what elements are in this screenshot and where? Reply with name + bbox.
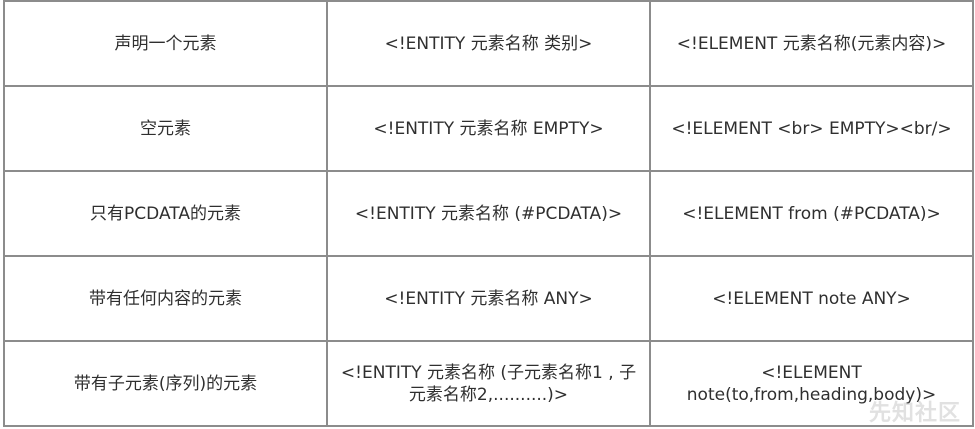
table-cell-label: 带有任何内容的元素 — [3, 255, 328, 342]
row-label: 声明一个元素 — [114, 33, 217, 54]
table-cell-example: <!ELEMENT 元素名称(元素内容)> — [649, 0, 974, 87]
table-row: 声明一个元素 <!ENTITY 元素名称 类别> <!ELEMENT 元素名称(… — [3, 0, 974, 87]
row-label: 只有PCDATA的元素 — [90, 203, 241, 224]
element-example: <!ELEMENT from (#PCDATA)> — [682, 203, 941, 224]
dtd-element-table-container: 声明一个元素 <!ENTITY 元素名称 类别> <!ELEMENT 元素名称(… — [3, 0, 974, 427]
entity-syntax: <!ENTITY 元素名称 ANY> — [384, 288, 593, 309]
row-label: 带有子元素(序列)的元素 — [73, 373, 258, 394]
table-cell-example: <!ELEMENT from (#PCDATA)> — [649, 170, 974, 257]
table-cell-example: <!ELEMENT note ANY> — [649, 255, 974, 342]
table-cell-example: <!ELEMENT <br> EMPTY><br/> — [649, 85, 974, 172]
table-cell-label: 只有PCDATA的元素 — [3, 170, 328, 257]
table-cell-entity: <!ENTITY 元素名称 类别> — [326, 0, 651, 87]
entity-syntax: <!ENTITY 元素名称 类别> — [384, 33, 593, 54]
dtd-element-table: 声明一个元素 <!ENTITY 元素名称 类别> <!ELEMENT 元素名称(… — [3, 0, 974, 427]
table-cell-label: 带有子元素(序列)的元素 — [3, 340, 328, 427]
table-cell-entity: <!ENTITY 元素名称 (#PCDATA)> — [326, 170, 651, 257]
table-row: 空元素 <!ENTITY 元素名称 EMPTY> <!ELEMENT <br> … — [3, 85, 974, 172]
table-row: 只有PCDATA的元素 <!ENTITY 元素名称 (#PCDATA)> <!E… — [3, 170, 974, 257]
watermark: 先知社区 — [868, 401, 961, 426]
table-cell-label: 声明一个元素 — [3, 0, 328, 87]
element-example: <!ELEMENT note ANY> — [712, 288, 911, 309]
row-label: 空元素 — [140, 118, 191, 139]
table-row: 带有任何内容的元素 <!ENTITY 元素名称 ANY> <!ELEMENT n… — [3, 255, 974, 342]
table-cell-label: 空元素 — [3, 85, 328, 172]
row-label: 带有任何内容的元素 — [89, 288, 242, 309]
element-example: <!ELEMENT 元素名称(元素内容)> — [676, 33, 947, 54]
table-row: 带有子元素(序列)的元素 <!ENTITY 元素名称 (子元素名称1 , 子元素… — [3, 340, 974, 427]
table-cell-entity: <!ENTITY 元素名称 (子元素名称1 , 子元素名称2,.........… — [326, 340, 651, 427]
entity-syntax: <!ENTITY 元素名称 EMPTY> — [373, 118, 604, 139]
entity-syntax: <!ENTITY 元素名称 (子元素名称1 , 子元素名称2,.........… — [340, 362, 637, 405]
element-example: <!ELEMENT <br> EMPTY><br/> — [671, 118, 952, 139]
table-cell-entity: <!ENTITY 元素名称 EMPTY> — [326, 85, 651, 172]
table-cell-entity: <!ENTITY 元素名称 ANY> — [326, 255, 651, 342]
entity-syntax: <!ENTITY 元素名称 (#PCDATA)> — [354, 203, 623, 224]
